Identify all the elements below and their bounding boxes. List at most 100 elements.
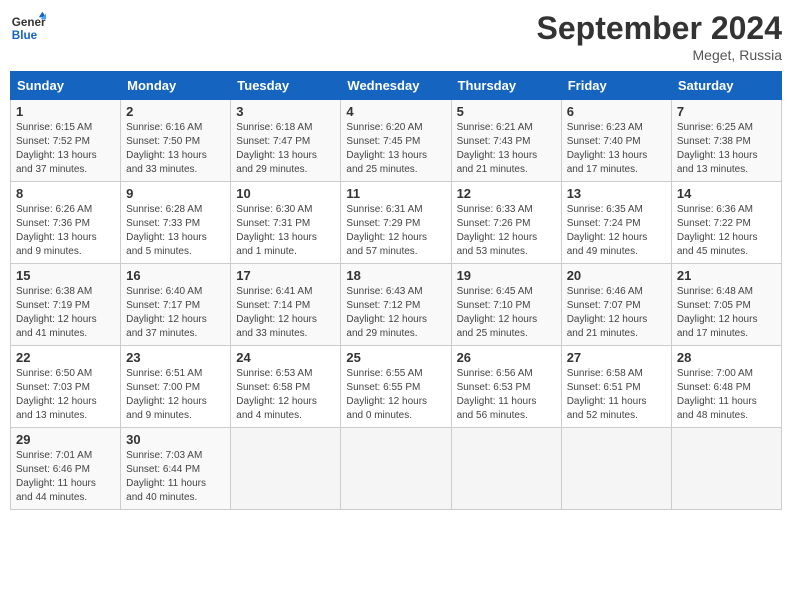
- svg-text:General: General: [12, 16, 46, 29]
- day-cell: 21 Sunrise: 6:48 AM Sunset: 7:05 PM Dayli…: [671, 264, 781, 346]
- header-sunday: Sunday: [11, 72, 121, 100]
- week-row-1: 1 Sunrise: 6:15 AM Sunset: 7:52 PM Daylig…: [11, 100, 782, 182]
- title-block: September 2024 Meget, Russia: [537, 10, 782, 63]
- day-cell: 26 Sunrise: 6:56 AM Sunset: 6:53 PM Dayli…: [451, 346, 561, 428]
- header-wednesday: Wednesday: [341, 72, 451, 100]
- day-info: Sunrise: 6:41 AM Sunset: 7:14 PM Dayligh…: [236, 285, 335, 341]
- day-info: Sunrise: 6:31 AM Sunset: 7:29 PM Dayligh…: [346, 203, 445, 259]
- day-number: 11: [346, 186, 445, 201]
- day-number: 23: [126, 350, 225, 365]
- day-cell: [671, 428, 781, 510]
- day-number: 13: [567, 186, 666, 201]
- day-info: Sunrise: 7:01 AM Sunset: 6:46 PM Dayligh…: [16, 449, 115, 505]
- day-cell: 9 Sunrise: 6:28 AM Sunset: 7:33 PM Daylig…: [121, 182, 231, 264]
- day-info: Sunrise: 6:45 AM Sunset: 7:10 PM Dayligh…: [457, 285, 556, 341]
- day-cell: 15 Sunrise: 6:38 AM Sunset: 7:19 PM Dayli…: [11, 264, 121, 346]
- day-info: Sunrise: 6:40 AM Sunset: 7:17 PM Dayligh…: [126, 285, 225, 341]
- week-row-4: 22 Sunrise: 6:50 AM Sunset: 7:03 PM Dayli…: [11, 346, 782, 428]
- day-cell: 12Sunrise: 6:33 AM Sunset: 7:26 PM Dayli…: [451, 182, 561, 264]
- day-info: Sunrise: 6:56 AM Sunset: 6:53 PM Dayligh…: [457, 367, 556, 423]
- day-number: 9: [126, 186, 225, 201]
- day-number: 3: [236, 104, 335, 119]
- calendar-table: SundayMondayTuesdayWednesdayThursdayFrid…: [10, 71, 782, 510]
- day-info: Sunrise: 6:46 AM Sunset: 7:07 PM Dayligh…: [567, 285, 666, 341]
- day-cell: 14 Sunrise: 6:36 AM Sunset: 7:22 PM Dayli…: [671, 182, 781, 264]
- day-cell: 24 Sunrise: 6:53 AM Sunset: 6:58 PM Dayli…: [231, 346, 341, 428]
- day-cell: 7 Sunrise: 6:25 AM Sunset: 7:38 PM Daylig…: [671, 100, 781, 182]
- day-info: Sunrise: 6:51 AM Sunset: 7:00 PM Dayligh…: [126, 367, 225, 423]
- day-cell: [561, 428, 671, 510]
- day-info: Sunrise: 7:00 AM Sunset: 6:48 PM Dayligh…: [677, 367, 776, 423]
- day-number: 22: [16, 350, 115, 365]
- day-number: 17: [236, 268, 335, 283]
- day-info: Sunrise: 6:58 AM Sunset: 6:51 PM Dayligh…: [567, 367, 666, 423]
- day-cell: 18 Sunrise: 6:43 AM Sunset: 7:12 PM Dayli…: [341, 264, 451, 346]
- day-cell: 1 Sunrise: 6:15 AM Sunset: 7:52 PM Daylig…: [11, 100, 121, 182]
- day-cell: 19 Sunrise: 6:45 AM Sunset: 7:10 PM Dayli…: [451, 264, 561, 346]
- day-info: Sunrise: 6:38 AM Sunset: 7:19 PM Dayligh…: [16, 285, 115, 341]
- day-number: 20: [567, 268, 666, 283]
- week-row-2: 8 Sunrise: 6:26 AM Sunset: 7:36 PM Daylig…: [11, 182, 782, 264]
- day-cell: 13 Sunrise: 6:35 AM Sunset: 7:24 PM Dayli…: [561, 182, 671, 264]
- day-info: Sunrise: 6:43 AM Sunset: 7:12 PM Dayligh…: [346, 285, 445, 341]
- day-number: 1: [16, 104, 115, 119]
- day-cell: 30Sunrise: 7:03 AM Sunset: 6:44 PM Dayli…: [121, 428, 231, 510]
- day-cell: 16 Sunrise: 6:40 AM Sunset: 7:17 PM Dayli…: [121, 264, 231, 346]
- day-number: 25: [346, 350, 445, 365]
- day-number: 16: [126, 268, 225, 283]
- day-number: 15: [16, 268, 115, 283]
- day-number: 24: [236, 350, 335, 365]
- day-cell: 10Sunrise: 6:30 AM Sunset: 7:31 PM Dayli…: [231, 182, 341, 264]
- day-number: 7: [677, 104, 776, 119]
- day-number: 6: [567, 104, 666, 119]
- day-info: Sunrise: 6:35 AM Sunset: 7:24 PM Dayligh…: [567, 203, 666, 259]
- day-info: Sunrise: 6:28 AM Sunset: 7:33 PM Dayligh…: [126, 203, 225, 259]
- day-number: 26: [457, 350, 556, 365]
- day-cell: [341, 428, 451, 510]
- header-friday: Friday: [561, 72, 671, 100]
- day-info: Sunrise: 6:25 AM Sunset: 7:38 PM Dayligh…: [677, 121, 776, 177]
- day-info: Sunrise: 6:16 AM Sunset: 7:50 PM Dayligh…: [126, 121, 225, 177]
- calendar-header-row: SundayMondayTuesdayWednesdayThursdayFrid…: [11, 72, 782, 100]
- day-cell: 20 Sunrise: 6:46 AM Sunset: 7:07 PM Dayli…: [561, 264, 671, 346]
- day-info: Sunrise: 6:23 AM Sunset: 7:40 PM Dayligh…: [567, 121, 666, 177]
- day-cell: 29 Sunrise: 7:01 AM Sunset: 6:46 PM Dayli…: [11, 428, 121, 510]
- header-thursday: Thursday: [451, 72, 561, 100]
- day-info: Sunrise: 6:15 AM Sunset: 7:52 PM Dayligh…: [16, 121, 115, 177]
- logo-icon: General Blue: [10, 10, 46, 46]
- day-cell: [231, 428, 341, 510]
- day-info: Sunrise: 6:33 AM Sunset: 7:26 PM Dayligh…: [457, 203, 556, 259]
- day-cell: 17 Sunrise: 6:41 AM Sunset: 7:14 PM Dayli…: [231, 264, 341, 346]
- day-number: 14: [677, 186, 776, 201]
- day-number: 28: [677, 350, 776, 365]
- day-number: 5: [457, 104, 556, 119]
- day-info: Sunrise: 6:21 AM Sunset: 7:43 PM Dayligh…: [457, 121, 556, 177]
- day-info: Sunrise: 6:36 AM Sunset: 7:22 PM Dayligh…: [677, 203, 776, 259]
- week-row-5: 29 Sunrise: 7:01 AM Sunset: 6:46 PM Dayli…: [11, 428, 782, 510]
- day-cell: 2 Sunrise: 6:16 AM Sunset: 7:50 PM Daylig…: [121, 100, 231, 182]
- day-info: Sunrise: 6:50 AM Sunset: 7:03 PM Dayligh…: [16, 367, 115, 423]
- day-info: Sunrise: 6:48 AM Sunset: 7:05 PM Dayligh…: [677, 285, 776, 341]
- day-cell: 6 Sunrise: 6:23 AM Sunset: 7:40 PM Daylig…: [561, 100, 671, 182]
- day-cell: 3 Sunrise: 6:18 AM Sunset: 7:47 PM Daylig…: [231, 100, 341, 182]
- calendar-subtitle: Meget, Russia: [537, 47, 782, 63]
- day-cell: [451, 428, 561, 510]
- day-number: 2: [126, 104, 225, 119]
- day-number: 21: [677, 268, 776, 283]
- day-number: 8: [16, 186, 115, 201]
- calendar-title: September 2024: [537, 10, 782, 47]
- day-info: Sunrise: 6:53 AM Sunset: 6:58 PM Dayligh…: [236, 367, 335, 423]
- day-number: 19: [457, 268, 556, 283]
- header-tuesday: Tuesday: [231, 72, 341, 100]
- header-monday: Monday: [121, 72, 231, 100]
- day-info: Sunrise: 6:18 AM Sunset: 7:47 PM Dayligh…: [236, 121, 335, 177]
- day-number: 18: [346, 268, 445, 283]
- page-header: General Blue September 2024 Meget, Russi…: [10, 10, 782, 63]
- day-cell: 5 Sunrise: 6:21 AM Sunset: 7:43 PM Daylig…: [451, 100, 561, 182]
- day-number: 29: [16, 432, 115, 447]
- day-info: Sunrise: 6:30 AM Sunset: 7:31 PM Dayligh…: [236, 203, 335, 259]
- day-info: Sunrise: 6:26 AM Sunset: 7:36 PM Dayligh…: [16, 203, 115, 259]
- day-cell: 22 Sunrise: 6:50 AM Sunset: 7:03 PM Dayli…: [11, 346, 121, 428]
- day-info: Sunrise: 6:55 AM Sunset: 6:55 PM Dayligh…: [346, 367, 445, 423]
- day-cell: 23 Sunrise: 6:51 AM Sunset: 7:00 PM Dayli…: [121, 346, 231, 428]
